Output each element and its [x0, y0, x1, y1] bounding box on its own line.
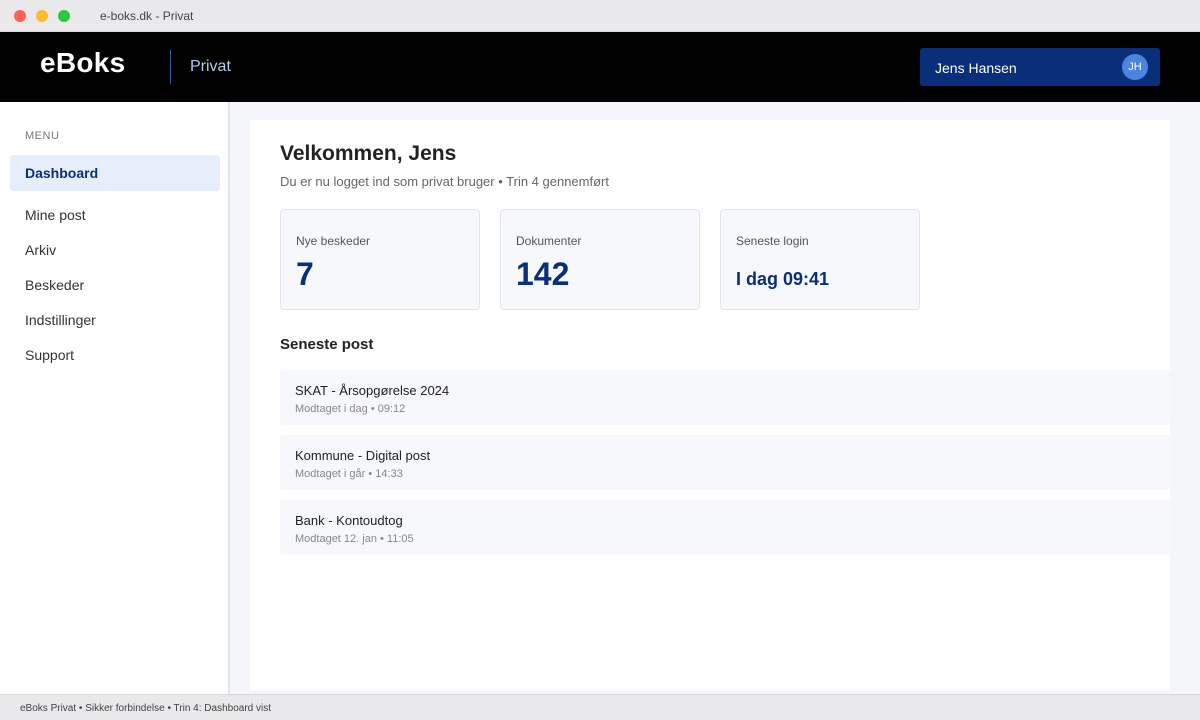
mail-list-item[interactable]: SKAT - Årsopgørelse 2024 Modtaget i dag … — [280, 370, 1170, 425]
page-subtitle: Du er nu logget ind som privat bruger • … — [280, 174, 609, 189]
sidebar-item-beskeder[interactable]: Beskeder — [10, 267, 220, 303]
sidebar-item-dashboard[interactable]: Dashboard — [10, 155, 220, 191]
menu-heading: MENU — [25, 130, 60, 142]
mail-title: SKAT - Årsopgørelse 2024 — [295, 383, 450, 398]
mail-meta: Modtaget i dag • 09:12 — [295, 403, 406, 415]
status-text: eBoks Privat • Sikker forbindelse • Trin… — [20, 703, 271, 714]
sidebar-item-indstillinger[interactable]: Indstillinger — [10, 302, 220, 338]
stat-label: Seneste login — [736, 234, 809, 248]
stat-label: Nye beskeder — [296, 234, 371, 248]
stat-value: I dag 09:41 — [736, 269, 830, 289]
maximize-window-button[interactable] — [58, 10, 70, 22]
stat-card-new-messages: Nye beskeder 7 — [280, 209, 480, 310]
mail-title: Bank - Kontoudtog — [295, 513, 403, 528]
main-content: Velkommen, Jens Du er nu logget ind som … — [250, 120, 1170, 690]
stat-label: Dokumenter — [516, 234, 582, 248]
section-label: Privat — [190, 58, 231, 75]
mail-meta: Modtaget i går • 14:33 — [295, 468, 403, 480]
sidebar: MENU Dashboard Mine post Arkiv Beskeder … — [0, 102, 230, 694]
sidebar-item-arkiv[interactable]: Arkiv — [10, 232, 220, 268]
user-menu-button[interactable]: Jens Hansen JH — [920, 48, 1160, 86]
recent-mail-heading: Seneste post — [280, 336, 374, 353]
window-titlebar: e-boks.dk - Privat — [0, 0, 1200, 32]
user-name: Jens Hansen — [935, 60, 1017, 76]
eboks-logo[interactable]: eBoks — [40, 47, 126, 79]
mail-meta: Modtaget 12. jan • 11:05 — [295, 533, 414, 545]
mail-list-item[interactable]: Bank - Kontoudtog Modtaget 12. jan • 11:… — [280, 500, 1170, 555]
avatar: JH — [1122, 54, 1148, 80]
header-divider — [170, 50, 171, 84]
page-title: Velkommen, Jens — [280, 142, 457, 165]
sidebar-item-mine-post[interactable]: Mine post — [10, 197, 220, 233]
mail-title: Kommune - Digital post — [295, 448, 431, 463]
stat-value: 7 — [296, 256, 314, 292]
sidebar-item-support[interactable]: Support — [10, 337, 220, 373]
minimize-window-button[interactable] — [36, 10, 48, 22]
app-header: eBoks Privat Jens Hansen JH — [0, 32, 1200, 102]
status-bar: eBoks Privat • Sikker forbindelse • Trin… — [0, 694, 1200, 720]
stat-card-documents: Dokumenter 142 — [500, 209, 700, 310]
stat-card-last-login: Seneste login I dag 09:41 — [720, 209, 920, 310]
close-window-button[interactable] — [14, 10, 26, 22]
stat-value: 142 — [516, 256, 570, 292]
window-title: e-boks.dk - Privat — [100, 9, 194, 23]
mail-list-item[interactable]: Kommune - Digital post Modtaget i går • … — [280, 435, 1170, 490]
